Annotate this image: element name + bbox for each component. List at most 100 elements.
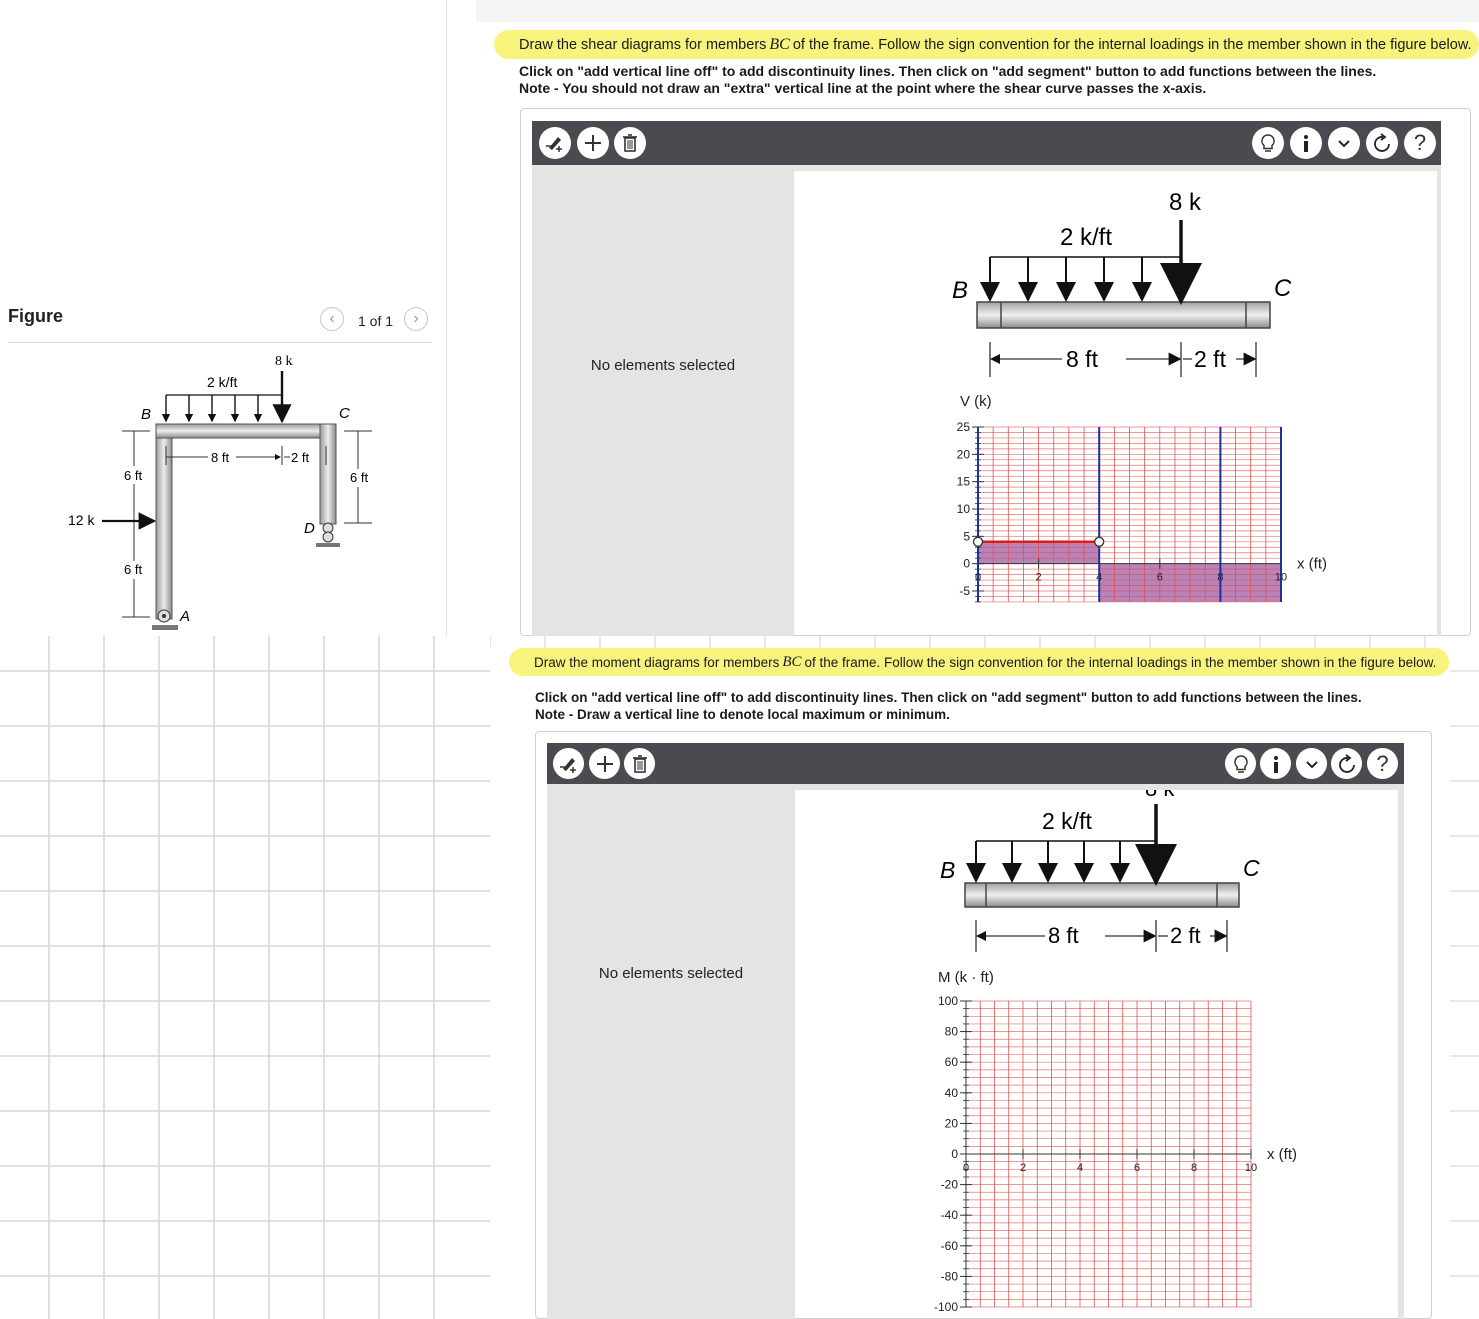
add-vertical-line-button[interactable] (539, 127, 571, 159)
shear-beam-c: C (1274, 275, 1292, 302)
x-tick-label-0: 0 (963, 1162, 969, 1174)
y-tick-label-10: -100 (934, 1300, 958, 1314)
reset-icon (1338, 753, 1355, 773)
grid-paper (0, 636, 490, 1319)
moment-instruction-2: Note - Draw a vertical line to denote lo… (535, 707, 950, 722)
y-tick-label-2: 15 (957, 475, 971, 489)
y-tick-label-8: -60 (941, 1239, 959, 1253)
add-segment-button[interactable] (577, 127, 609, 159)
shear-beam-dim-8ft: 8 ft (1066, 346, 1099, 372)
y-tick-label-4: 5 (963, 529, 970, 543)
dim-6ft-right: 6 ft (350, 470, 368, 485)
chevron-left-icon: ‹ (329, 310, 335, 327)
moment-instruction-1: Click on "add vertical line off" to add … (535, 690, 1362, 705)
info-icon (1304, 135, 1308, 152)
shear-toolbar: ? (532, 121, 1441, 165)
label-12k: 12 k (68, 512, 95, 528)
shear-beam-b: B (952, 277, 968, 304)
label-8k: 8 k (275, 354, 293, 369)
x-tick-label-4: 8 (1191, 1162, 1197, 1174)
moment-prompt-member: BC (782, 653, 802, 670)
delete-icon (632, 754, 647, 773)
hint-button[interactable] (1252, 127, 1284, 159)
shear-selection-status: No elements selected (590, 357, 736, 374)
x-axis-label: x (ft) (1297, 556, 1327, 573)
moment-prompt-rest: of the frame. Follow the sign convention… (804, 654, 1437, 670)
dim-6ft-upper: 6 ft (124, 468, 142, 483)
shear-beam-2kft: 2 k/ft (1060, 224, 1112, 251)
beam-body (976, 301, 1271, 329)
options-dropdown-button[interactable] (1328, 127, 1360, 159)
dim-6ft-lower: 6 ft (124, 562, 142, 577)
add-segment-icon (596, 755, 613, 772)
y-tick-label-4: 20 (945, 1116, 959, 1130)
moment-toolbar: ? (547, 743, 1404, 784)
moment-beam-dim-8ft: 8 ft (1048, 923, 1079, 948)
page-indicator: 1 of 1 (358, 313, 394, 329)
y-tick-label-6: -5 (959, 584, 970, 598)
y-tick-label-7: -40 (941, 1208, 959, 1222)
y-axis-label: M (k · ft) (938, 969, 994, 986)
add-segment-button[interactable] (589, 748, 620, 779)
chevron-down-icon (1338, 140, 1350, 148)
moment-beam-c: C (1243, 855, 1260, 881)
delete-button[interactable] (624, 748, 655, 779)
draw-vertical-line-icon (546, 137, 562, 152)
shear-properties-pane: No elements selected (532, 165, 794, 636)
divider (8, 342, 432, 343)
label-a: A (179, 608, 190, 625)
info-button[interactable] (1290, 127, 1322, 159)
delete-button[interactable] (614, 127, 646, 159)
moment-beam-8k: 8 k (1145, 790, 1175, 801)
segment-endpoint-start (972, 536, 984, 547)
shear-prompt-member: BC (769, 35, 790, 53)
x-tick-label-3: 6 (1134, 1162, 1140, 1174)
help-button[interactable]: ? (1404, 127, 1436, 159)
hint-lightbulb-icon (1233, 754, 1248, 773)
shear-prompt-text: Draw the shear diagrams for members (519, 36, 767, 53)
moment-beam-body (964, 882, 1240, 908)
reset-button[interactable] (1331, 748, 1362, 779)
chevron-down-icon (1305, 760, 1318, 768)
y-tick-label-5: 0 (963, 557, 970, 571)
reset-icon (1374, 133, 1390, 152)
shear-prompt-rest: of the frame. Follow the sign convention… (792, 36, 1472, 53)
y-tick-label-3: 10 (957, 502, 971, 516)
moment-selection-status: No elements selected (598, 965, 744, 982)
moment-chart[interactable]: 100 80 60 40 20 0 -20 -40 -60 -80 -100 0 2 4 6 8 10 M (k … (900, 962, 1320, 1319)
hint-button[interactable] (1225, 748, 1256, 779)
help-icon: ? (1413, 130, 1427, 155)
shear-instruction-2: Note - You should not draw an "extra" ve… (519, 80, 1207, 96)
column-ab (155, 423, 173, 620)
moment-beam-b: B (940, 857, 955, 883)
dim-2ft: 2 ft (291, 450, 309, 465)
label-d: D (304, 520, 315, 537)
y-tick-label-9: -80 (941, 1269, 959, 1283)
add-vertical-line-button[interactable] (553, 748, 584, 779)
moment-prompt-text: Draw the moment diagrams for members (534, 654, 780, 670)
shear-beam-dim-2ft: 2 ft (1194, 346, 1227, 372)
info-button[interactable] (1260, 748, 1291, 779)
add-segment-icon (585, 135, 601, 151)
shear-beam-8k: 8 k (1169, 189, 1202, 216)
shear-prompt: Draw the shear diagrams for members BC o… (494, 30, 1479, 59)
x-axis-label: x (ft) (1267, 1146, 1297, 1163)
options-dropdown-button[interactable] (1296, 748, 1327, 779)
dim-8ft: 8 ft (211, 450, 229, 465)
x-tick-label-1: 2 (1020, 1162, 1026, 1174)
y-tick-label-5: 0 (951, 1147, 958, 1161)
shear-chart[interactable]: 2520151050-50246810V (k)x (ft) (930, 388, 1340, 636)
shear-dist-load-arrows (980, 257, 1152, 302)
chevron-right-icon: › (413, 310, 419, 327)
moment-beam-figure: 8 k 2 k/ft B C 8 ft 2 ft (940, 790, 1260, 952)
reset-button[interactable] (1366, 127, 1398, 159)
prev-figure-button[interactable]: ‹ (320, 307, 344, 331)
frame-figure: 8 k 2 k/ft B C D A 8 ft 2 ft 6 ft 6 ft 6… (68, 354, 374, 630)
column-cd (319, 423, 337, 525)
top-strip (476, 0, 1479, 22)
next-figure-button[interactable]: › (404, 307, 428, 331)
help-button[interactable]: ? (1367, 748, 1398, 779)
distributed-load-arrows (161, 395, 263, 423)
y-tick-label-1: 80 (945, 1025, 959, 1039)
y-tick-label-0: 25 (957, 420, 971, 434)
